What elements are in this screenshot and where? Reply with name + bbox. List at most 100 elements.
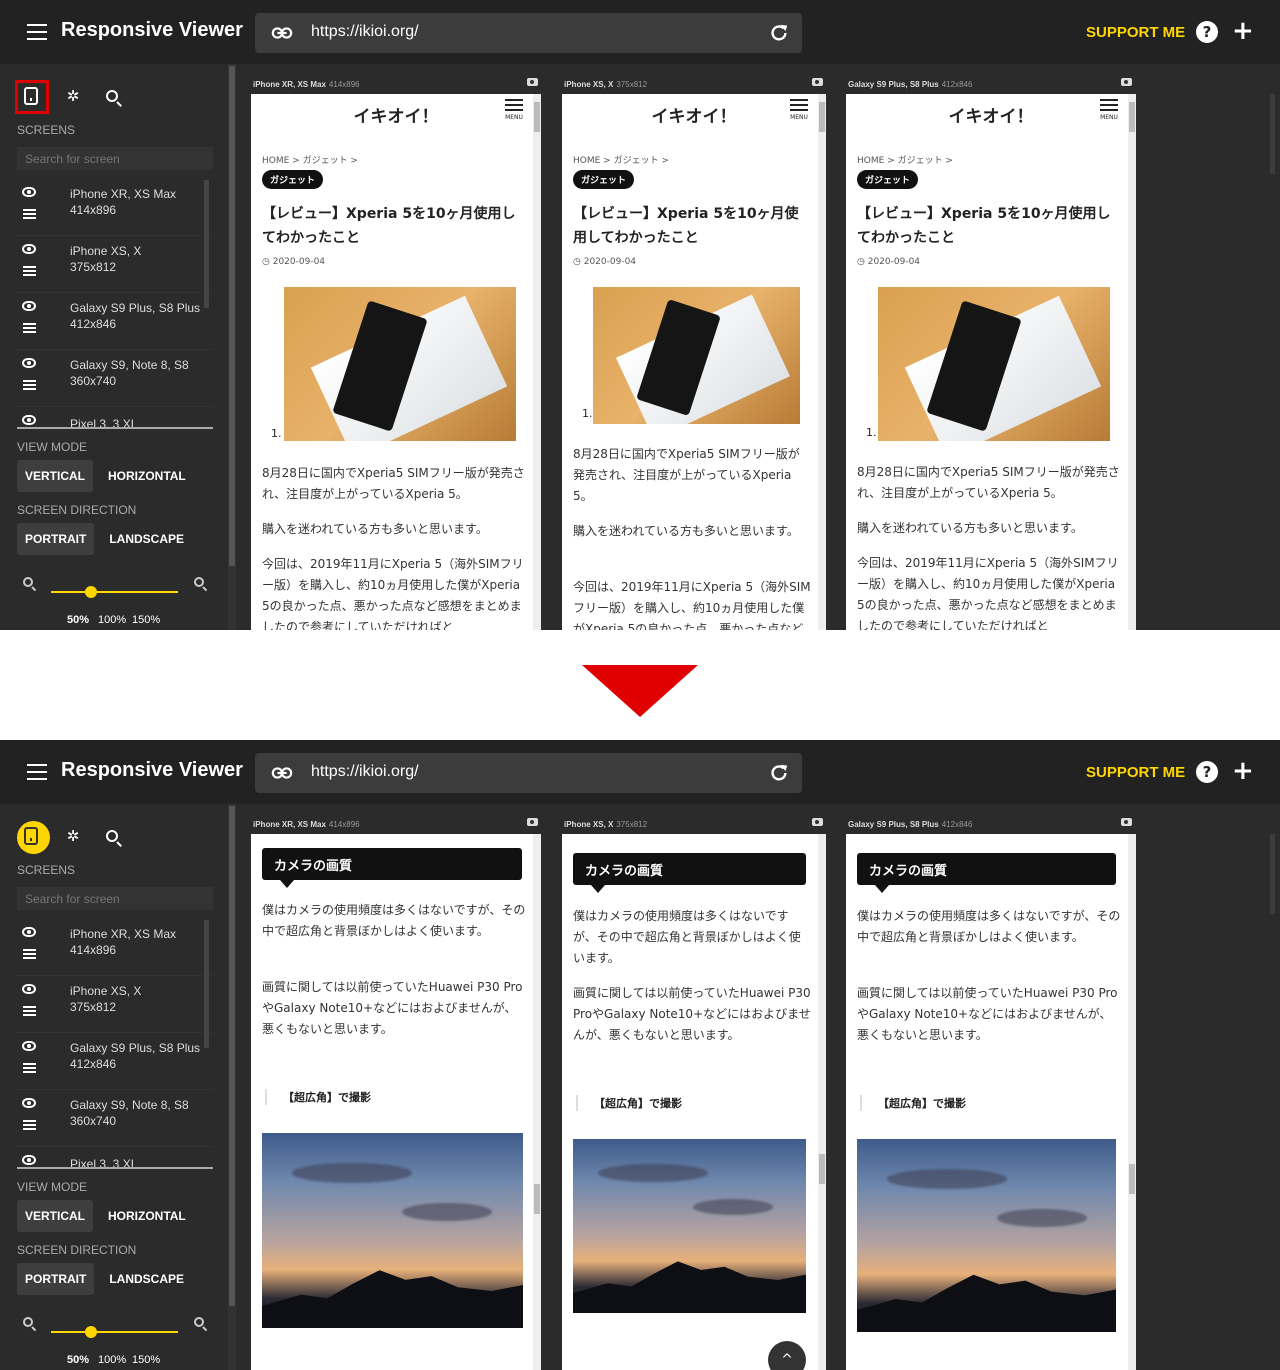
list-item[interactable]: Galaxy S9, Note 8, S8 360x740 [17, 1090, 213, 1147]
add-icon[interactable]: + [1232, 16, 1254, 46]
eye-icon[interactable] [22, 358, 36, 368]
device-toggle-button[interactable] [17, 821, 50, 854]
zoom-slider-track[interactable] [51, 591, 178, 593]
eye-icon[interactable] [22, 1155, 36, 1165]
landscape-button[interactable]: LANDSCAPE [94, 523, 199, 555]
category-tag[interactable]: ガジェット [573, 170, 635, 189]
page-scrollbar[interactable] [1268, 804, 1278, 1370]
search-icon[interactable] [98, 82, 126, 110]
list-icon[interactable] [23, 1006, 36, 1016]
site-menu-icon[interactable]: MENU [505, 99, 523, 121]
camera-icon[interactable] [1121, 78, 1132, 86]
sidebar-scrollbar[interactable] [228, 64, 236, 630]
eye-icon[interactable] [22, 1041, 36, 1051]
vertical-button[interactable]: VERTICAL [17, 1200, 93, 1232]
list-icon[interactable] [23, 380, 36, 390]
vertical-button[interactable]: VERTICAL [17, 460, 93, 492]
eye-icon[interactable] [22, 301, 36, 311]
sync-click-icon[interactable]: ✲ [59, 82, 87, 110]
zoom-slider-track[interactable] [51, 1331, 178, 1333]
list-item[interactable]: iPhone XR, XS Max 414x896 [17, 919, 213, 976]
sidebar-scrollbar[interactable] [228, 804, 236, 1370]
camera-icon[interactable] [527, 78, 538, 86]
portrait-button[interactable]: PORTRAIT [17, 523, 95, 555]
list-item[interactable]: iPhone XS, X 375x812 [17, 976, 213, 1033]
sync-click-icon[interactable]: ✲ [59, 822, 87, 850]
device-scrollbar[interactable] [533, 834, 541, 1370]
site-title[interactable]: イキオイ！ [562, 102, 826, 127]
menu-icon[interactable] [27, 764, 47, 780]
reload-icon[interactable] [768, 762, 790, 784]
search-icon[interactable] [98, 822, 126, 850]
url-input[interactable]: https://ikioi.org/ [311, 23, 419, 41]
device-scrollbar[interactable] [533, 94, 541, 630]
zoom-slider-thumb[interactable] [85, 586, 97, 598]
site-menu-icon[interactable]: MENU [1100, 99, 1118, 121]
add-icon[interactable]: + [1232, 756, 1254, 786]
page-scrollbar[interactable] [1268, 64, 1278, 630]
list-icon[interactable] [23, 949, 36, 959]
device-frame[interactable]: カメラの画質 僕はカメラの使用頻度は多くはないですが、その中で超広角と背景ぼかし… [251, 834, 541, 1370]
eye-icon[interactable] [22, 927, 36, 937]
site-title[interactable]: イキオイ！ [251, 102, 541, 127]
eye-icon[interactable] [22, 415, 36, 425]
eye-icon[interactable] [22, 244, 36, 254]
category-tag[interactable]: ガジェット [262, 170, 324, 189]
help-icon[interactable]: ? [1196, 21, 1218, 43]
breadcrumb[interactable]: HOME > ガジェット > [573, 153, 669, 166]
zoom-out-icon[interactable] [23, 1317, 33, 1327]
device-frame[interactable]: カメラの画質 僕はカメラの使用頻度は多くはないですが、その中で超広角と背景ぼかし… [846, 834, 1136, 1370]
list-item[interactable]: Pixel 3, 3 XL [17, 407, 213, 427]
zoom-slider-thumb[interactable] [85, 1326, 97, 1338]
menu-icon[interactable] [27, 24, 47, 40]
list-icon[interactable] [23, 323, 36, 333]
device-frame[interactable]: イキオイ！ MENU HOME > ガジェット > ガジェット 【レビュー】Xp… [846, 94, 1136, 630]
list-item[interactable]: Galaxy S9 Plus, S8 Plus 412x846 [17, 1033, 213, 1090]
screen-list-scrollbar[interactable] [204, 180, 209, 308]
camera-icon[interactable] [1121, 818, 1132, 826]
list-icon[interactable] [23, 209, 36, 219]
screen-search-input[interactable] [17, 887, 213, 910]
horizontal-button[interactable]: HORIZONTAL [93, 1200, 201, 1232]
device-toggle-button[interactable] [15, 80, 49, 114]
camera-icon[interactable] [527, 818, 538, 826]
landscape-button[interactable]: LANDSCAPE [94, 1263, 199, 1295]
list-icon[interactable] [23, 266, 36, 276]
eye-icon[interactable] [22, 1098, 36, 1108]
site-menu-icon[interactable]: MENU [790, 99, 808, 121]
list-item[interactable]: Galaxy S9, Note 8, S8 360x740 [17, 350, 213, 407]
zoom-in-icon[interactable] [194, 1317, 204, 1327]
list-item[interactable]: iPhone XS, X 375x812 [17, 236, 213, 293]
zoom-out-icon[interactable] [23, 577, 33, 587]
url-bar[interactable]: https://ikioi.org/ [255, 13, 802, 53]
horizontal-button[interactable]: HORIZONTAL [93, 460, 201, 492]
camera-icon[interactable] [812, 818, 823, 826]
list-icon[interactable] [23, 1063, 36, 1073]
reload-icon[interactable] [768, 22, 790, 44]
device-scrollbar[interactable] [1128, 834, 1136, 1370]
list-item[interactable]: Galaxy S9 Plus, S8 Plus 412x846 [17, 293, 213, 350]
device-scrollbar[interactable] [818, 94, 826, 630]
url-input[interactable]: https://ikioi.org/ [311, 763, 419, 781]
camera-icon[interactable] [812, 78, 823, 86]
breadcrumb[interactable]: HOME > ガジェット > [262, 153, 358, 166]
list-item[interactable]: iPhone XR, XS Max 414x896 [17, 179, 213, 236]
device-scrollbar[interactable] [1128, 94, 1136, 630]
category-tag[interactable]: ガジェット [857, 170, 919, 189]
eye-icon[interactable] [22, 984, 36, 994]
device-frame[interactable]: カメラの画質 僕はカメラの使用頻度は多くはないですが、その中で超広角と背景ぼかし… [562, 834, 826, 1370]
list-item[interactable]: Pixel 3, 3 XL [17, 1147, 213, 1167]
support-me-link[interactable]: SUPPORT ME [1086, 764, 1185, 781]
scroll-top-button[interactable]: ^ [768, 1341, 806, 1370]
portrait-button[interactable]: PORTRAIT [17, 1263, 95, 1295]
screen-list-scrollbar[interactable] [204, 920, 209, 1048]
device-frame[interactable]: イキオイ！ MENU HOME > ガジェット > ガジェット 【レビュー】Xp… [562, 94, 826, 630]
device-scrollbar[interactable] [818, 834, 826, 1370]
url-bar[interactable]: https://ikioi.org/ [255, 753, 802, 793]
eye-icon[interactable] [22, 187, 36, 197]
list-icon[interactable] [23, 1120, 36, 1130]
breadcrumb[interactable]: HOME > ガジェット > [857, 153, 953, 166]
site-title[interactable]: イキオイ！ [846, 102, 1136, 127]
screen-search-input[interactable] [17, 147, 213, 170]
support-me-link[interactable]: SUPPORT ME [1086, 24, 1185, 41]
